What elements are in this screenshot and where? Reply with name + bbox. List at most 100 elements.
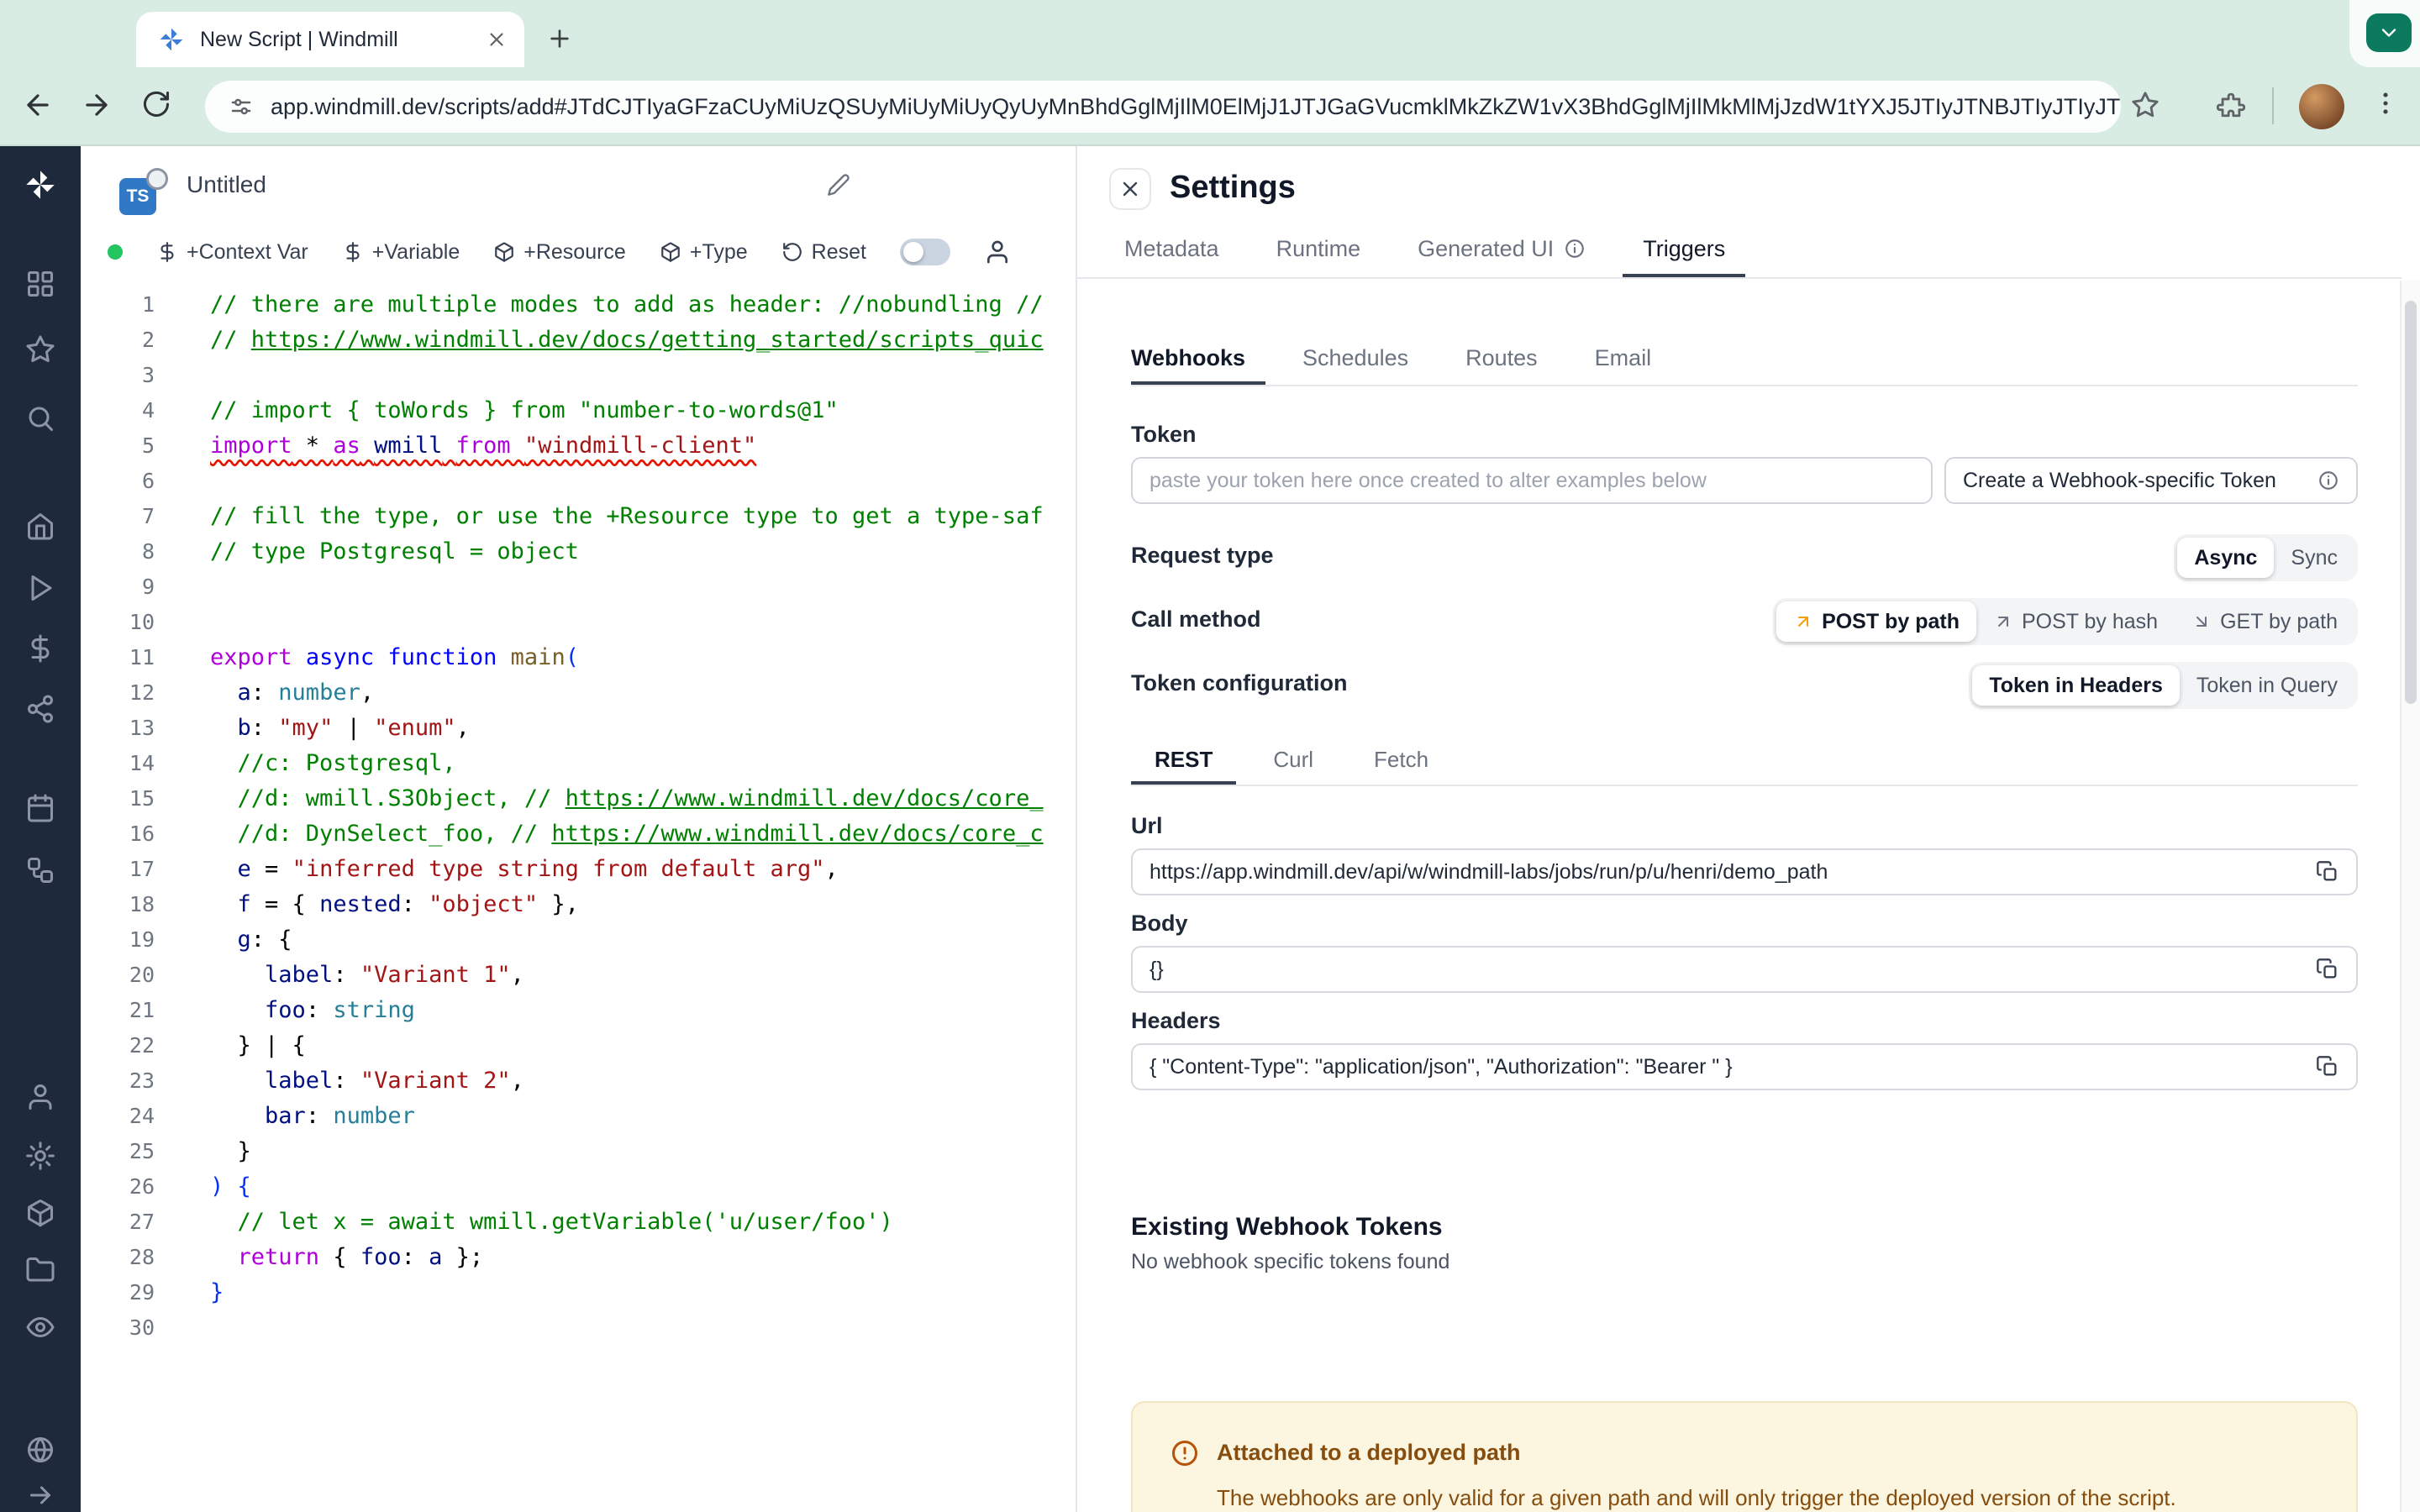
body-value-box: {} — [1131, 946, 2358, 993]
tab-close-icon[interactable] — [486, 29, 508, 50]
arrow-down-right-icon — [2191, 612, 2212, 632]
line-number: 21 — [129, 998, 155, 1022]
variable-button[interactable]: +Variable — [342, 240, 460, 265]
tab-title: New Script | Windmill — [200, 27, 398, 51]
request-type-async[interactable]: Async — [2177, 538, 2275, 578]
create-webhook-token-button[interactable]: Create a Webhook-specific Token — [1944, 457, 2358, 504]
eye-icon[interactable] — [24, 1310, 57, 1344]
token-config-token-in-headers[interactable]: Token in Headers — [1972, 665, 2180, 706]
call-method-post-by-path[interactable]: POST by path — [1776, 601, 1976, 642]
diff-toggle[interactable] — [899, 239, 950, 265]
home-icon[interactable] — [24, 509, 57, 543]
forward-button[interactable] — [81, 89, 113, 121]
apps-icon[interactable] — [24, 267, 57, 301]
script-title: Untitled — [187, 171, 266, 197]
line-number: 3 — [141, 363, 155, 387]
context-var-button[interactable]: +Context Var — [156, 240, 308, 265]
extensions-puzzle-icon[interactable] — [2217, 91, 2245, 119]
token-configuration-group: Token in Headers Token in Query — [1969, 662, 2358, 709]
call-method-get-by-path[interactable]: GET by path — [2175, 601, 2354, 642]
gear-icon[interactable] — [24, 1139, 57, 1173]
share-icon[interactable] — [24, 692, 57, 726]
code-line: 27 // let x = await wmill.getVariable('u… — [81, 1205, 1076, 1240]
tab-label: Webhooks — [1131, 344, 1246, 370]
windmill-logo[interactable] — [24, 168, 57, 202]
line-number: 11 — [129, 645, 155, 669]
line-number: 5 — [141, 433, 155, 458]
snippet-tab-curl[interactable]: Curl — [1249, 738, 1337, 785]
line-number: 27 — [129, 1210, 155, 1234]
scrollbar-thumb[interactable] — [2405, 301, 2417, 704]
new-tab-button[interactable] — [541, 20, 578, 57]
address-bar[interactable]: app.windmill.dev/scripts/add#JTdCJTIyaGF… — [205, 81, 2121, 133]
edit-title-pencil-icon[interactable] — [827, 173, 850, 197]
snippet-tab-rest[interactable]: REST — [1131, 738, 1237, 785]
create-webhook-token-label: Create a Webhook-specific Token — [1963, 468, 2276, 492]
panel-scrollbar[interactable] — [2400, 281, 2420, 1512]
call-method-post-by-hash[interactable]: POST by hash — [1976, 601, 2175, 642]
existing-webhook-tokens-empty: No webhook specific tokens found — [1131, 1250, 1450, 1273]
copy-icon[interactable] — [2316, 860, 2339, 884]
line-number: 7 — [141, 504, 155, 528]
line-number: 26 — [129, 1174, 155, 1199]
calendar-icon[interactable] — [24, 791, 57, 825]
segment-label: POST by hash — [2021, 609, 2159, 633]
browser-chevron-button[interactable] — [2366, 13, 2412, 52]
warning-title: Attached to a deployed path — [1217, 1440, 1521, 1465]
warning-body: The webhooks are only valid for a given … — [1217, 1485, 2176, 1510]
search-icon[interactable] — [24, 402, 57, 435]
subtab-schedules[interactable]: Schedules — [1282, 334, 1428, 385]
subtab-webhooks[interactable]: Webhooks — [1131, 334, 1266, 385]
star-icon[interactable] — [24, 333, 57, 366]
reset-button[interactable]: Reset — [781, 240, 866, 265]
toolbar-divider — [2272, 87, 2274, 124]
snippet-tab-fetch[interactable]: Fetch — [1350, 738, 1452, 785]
resource-button[interactable]: +Resource — [493, 240, 626, 265]
copy-icon[interactable] — [2316, 958, 2339, 981]
site-settings-icon[interactable] — [229, 94, 254, 119]
bookmark-star-icon[interactable] — [2131, 91, 2160, 119]
dollar-icon — [156, 241, 178, 263]
line-number: 25 — [129, 1139, 155, 1163]
line-number: 18 — [129, 892, 155, 916]
tab-label: Routes — [1465, 344, 1538, 370]
globe-icon[interactable] — [24, 1433, 57, 1467]
script-editor-pane[interactable]: TS Untitled +Context Var +Variable +Resour… — [81, 146, 1076, 1512]
call-method-group: POST by path POST by hash GET by path — [1773, 598, 2358, 645]
package-icon[interactable] — [24, 1196, 57, 1230]
tab-label: Curl — [1273, 746, 1314, 772]
arrow-right-icon[interactable] — [24, 1478, 57, 1512]
request-type-sync[interactable]: Sync — [2274, 538, 2354, 578]
code-line: 12 a: number, — [81, 675, 1076, 711]
profile-avatar[interactable] — [2299, 84, 2344, 129]
back-button[interactable] — [22, 89, 54, 121]
reload-button[interactable] — [141, 89, 171, 119]
token-configuration-label: Token configuration — [1131, 670, 1348, 696]
subtab-routes[interactable]: Routes — [1445, 334, 1558, 385]
subtab-email[interactable]: Email — [1575, 334, 1672, 385]
dollar-icon[interactable] — [24, 632, 57, 665]
type-button[interactable]: +Type — [660, 240, 748, 265]
language-dot-badge — [146, 168, 168, 190]
folder-icon[interactable] — [24, 1253, 57, 1287]
headers-label: Headers — [1131, 1008, 1221, 1033]
play-icon[interactable] — [24, 571, 57, 605]
workflow-icon[interactable] — [24, 853, 57, 887]
line-number: 10 — [129, 610, 155, 634]
browser-tab[interactable]: New Script | Windmill — [136, 12, 524, 67]
chip-label: +Type — [689, 239, 748, 264]
line-number: 14 — [129, 751, 155, 775]
browser-menu-icon[interactable] — [2371, 89, 2400, 118]
token-input[interactable] — [1131, 457, 1933, 504]
token-config-token-in-query[interactable]: Token in Query — [2180, 665, 2354, 706]
copy-icon[interactable] — [2316, 1055, 2339, 1079]
tabstrip-corner — [2349, 0, 2420, 67]
status-dot — [108, 244, 123, 260]
code-editor[interactable]: 1// there are multiple modes to add as h… — [81, 287, 1076, 1346]
code-line: 9 — [81, 570, 1076, 605]
body-value: {} — [1150, 957, 1164, 981]
user-icon[interactable] — [24, 1080, 57, 1114]
line-number: 28 — [129, 1245, 155, 1269]
segment-label: GET by path — [2220, 609, 2338, 633]
code-line: 1// there are multiple modes to add as h… — [81, 287, 1076, 323]
